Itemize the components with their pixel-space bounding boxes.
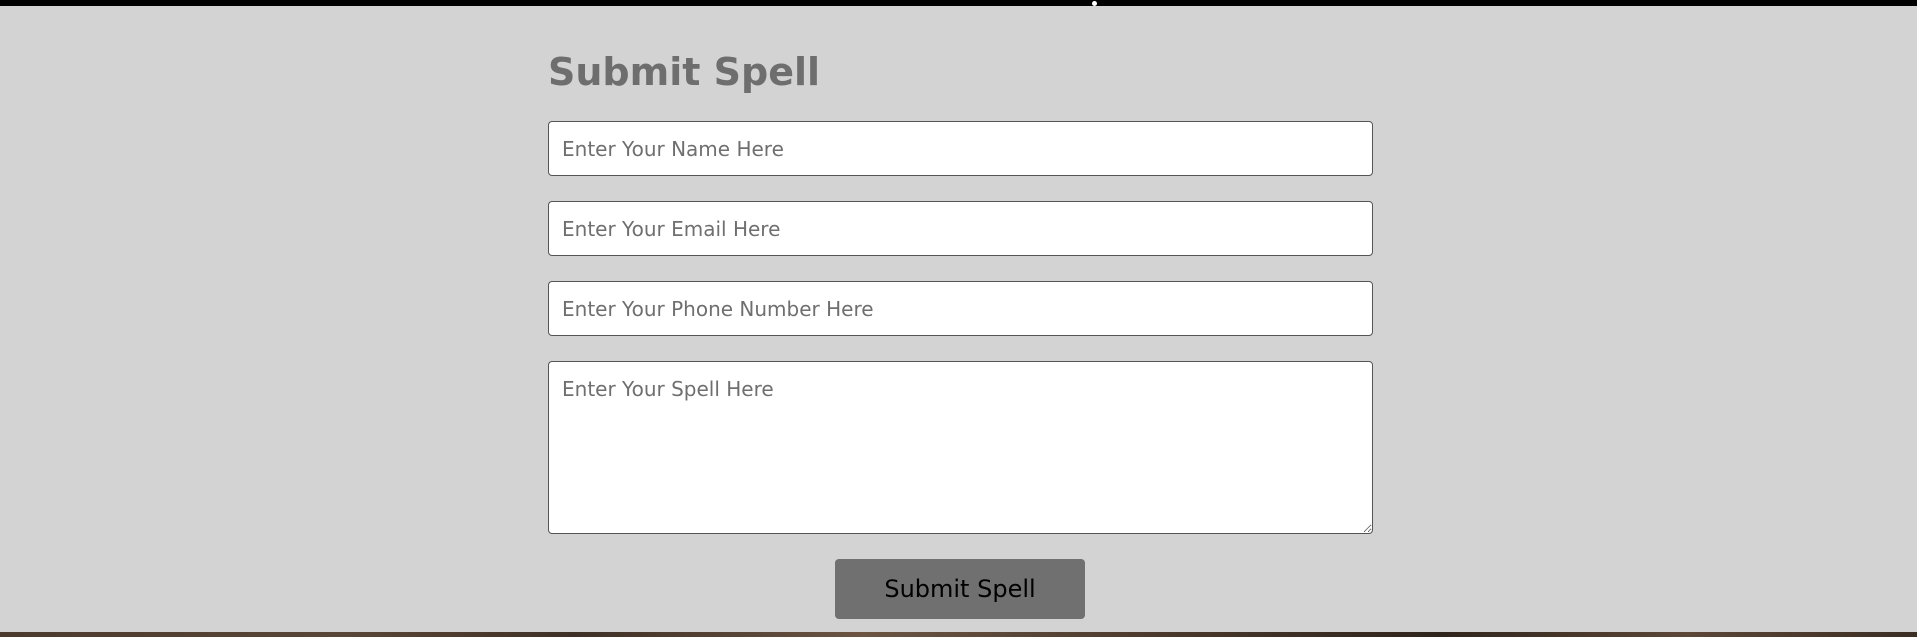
spell-textarea[interactable] xyxy=(548,361,1373,534)
phone-input[interactable] xyxy=(548,281,1373,336)
form-title: Submit Spell xyxy=(548,50,821,94)
email-input[interactable] xyxy=(548,201,1373,256)
submit-spell-button[interactable]: Submit Spell xyxy=(835,559,1085,619)
name-input[interactable] xyxy=(548,121,1373,176)
background-image-strip xyxy=(0,632,1917,637)
